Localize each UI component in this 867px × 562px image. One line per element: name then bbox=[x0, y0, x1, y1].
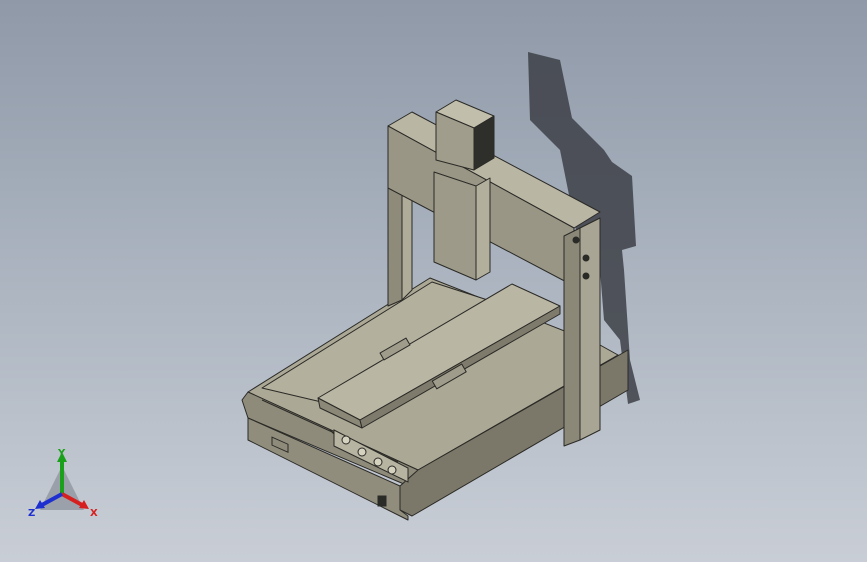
y-axis-label: Y bbox=[57, 448, 66, 459]
column-hole-1 bbox=[572, 236, 580, 244]
control-button-1 bbox=[341, 435, 351, 445]
control-button-3 bbox=[373, 457, 383, 467]
control-button-2 bbox=[357, 447, 367, 457]
coordinate-triad: Y X Z bbox=[26, 446, 106, 526]
3d-model-viewport[interactable]: Y X Z bbox=[0, 0, 867, 562]
dispenser-robot-model[interactable] bbox=[0, 0, 867, 562]
z-axis-label: Z bbox=[28, 508, 35, 519]
x-axis-label: X bbox=[90, 508, 98, 519]
z-axis-carriage[interactable] bbox=[433, 99, 495, 281]
column-hole-3 bbox=[582, 272, 590, 280]
column-hole-2 bbox=[582, 254, 590, 262]
control-button-4 bbox=[387, 465, 397, 475]
